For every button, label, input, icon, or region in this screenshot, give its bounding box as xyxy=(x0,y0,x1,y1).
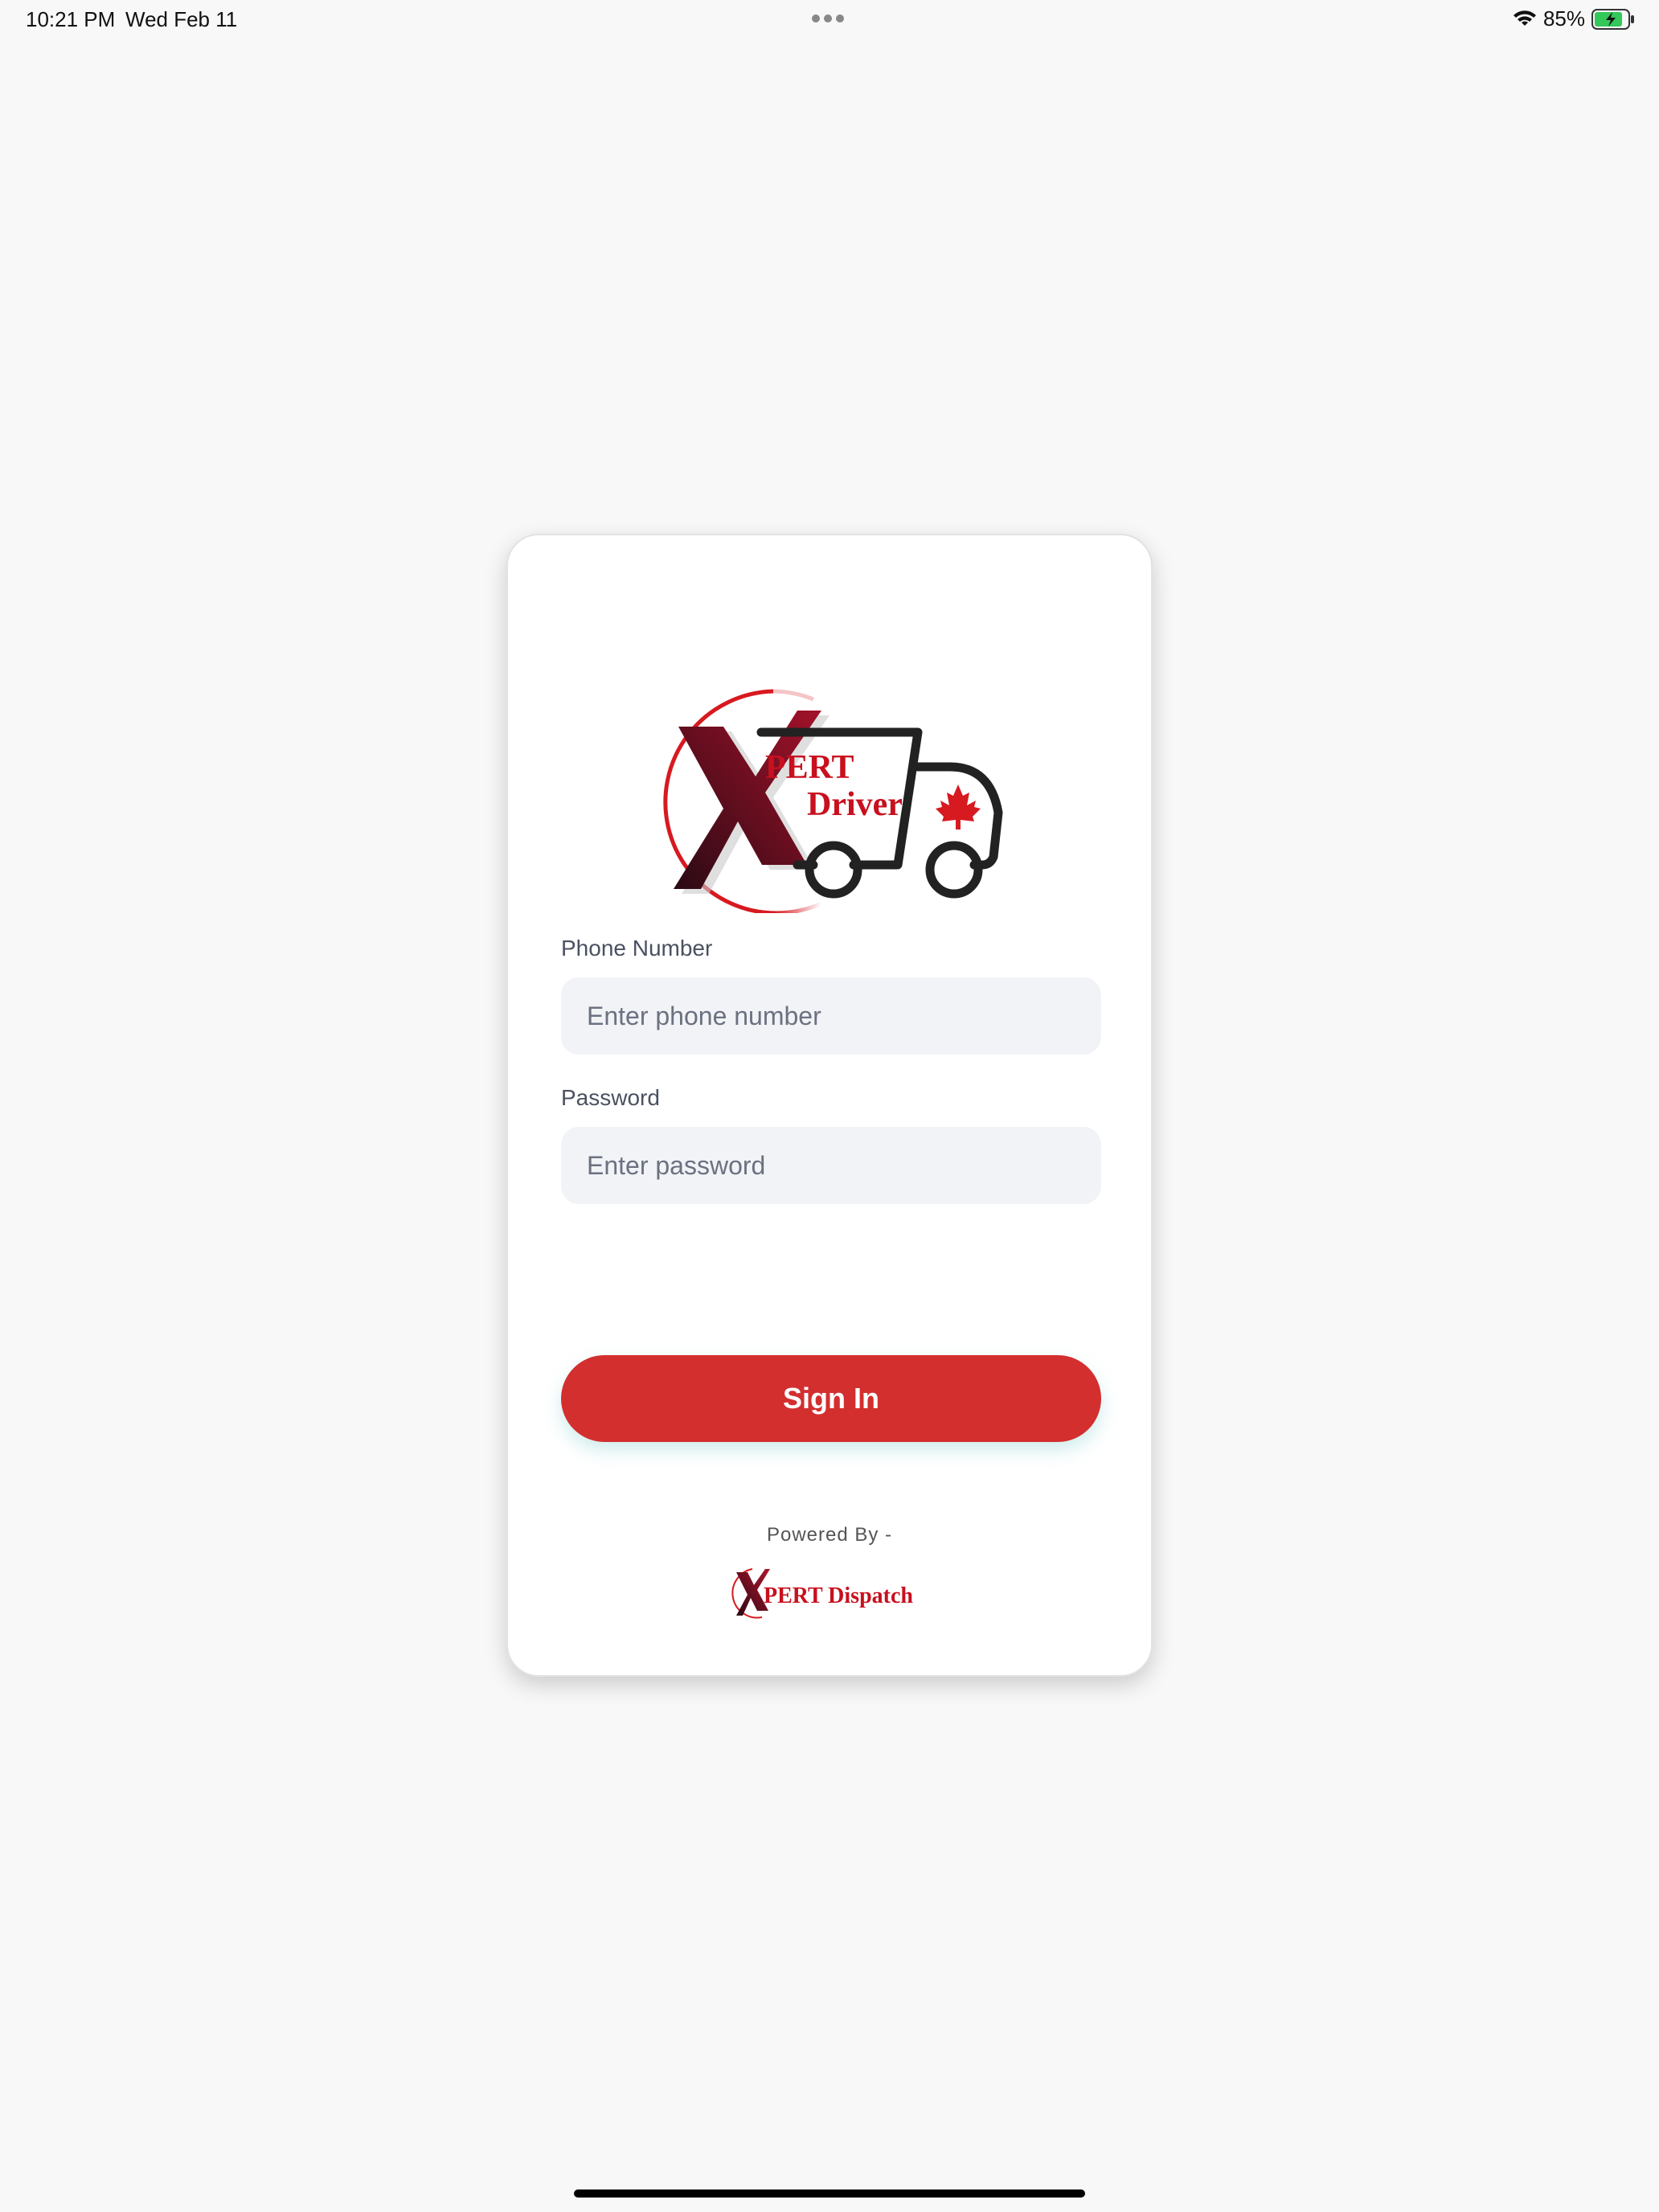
xpert-dispatch-logo: PERT Dispatch xyxy=(725,1561,918,1625)
phone-number-label: Phone Number xyxy=(561,936,713,961)
password-label: Password xyxy=(561,1085,660,1110)
xpert-driver-logo: PERT Driver xyxy=(621,672,1038,916)
multitasking-dots-icon[interactable] xyxy=(812,14,844,23)
status-time: 10:21 PM xyxy=(26,7,116,31)
status-right: 85% xyxy=(1513,6,1635,31)
battery-percent: 85% xyxy=(1542,6,1585,31)
powered-by-text: Powered By - xyxy=(766,1524,893,1546)
wifi-icon xyxy=(1513,10,1537,29)
logo-text-pert: PERT xyxy=(765,749,854,786)
phone-number-input[interactable] xyxy=(561,977,1101,1055)
status-date: Wed Feb 11 xyxy=(125,7,238,31)
status-bar: 10:21 PM Wed Feb 11 85% xyxy=(0,0,1659,40)
password-input[interactable] xyxy=(561,1127,1101,1204)
dispatch-logo-text: PERT Dispatch xyxy=(764,1583,913,1608)
sign-in-button[interactable]: Sign In xyxy=(561,1355,1101,1442)
login-card: PERT Driver Phone Number Password Sign I… xyxy=(506,534,1153,1677)
logo-text-driver: Driver xyxy=(807,786,903,823)
maple-leaf-icon xyxy=(936,784,981,830)
home-indicator[interactable] xyxy=(574,2189,1085,2198)
battery-charging-icon xyxy=(1591,8,1635,30)
